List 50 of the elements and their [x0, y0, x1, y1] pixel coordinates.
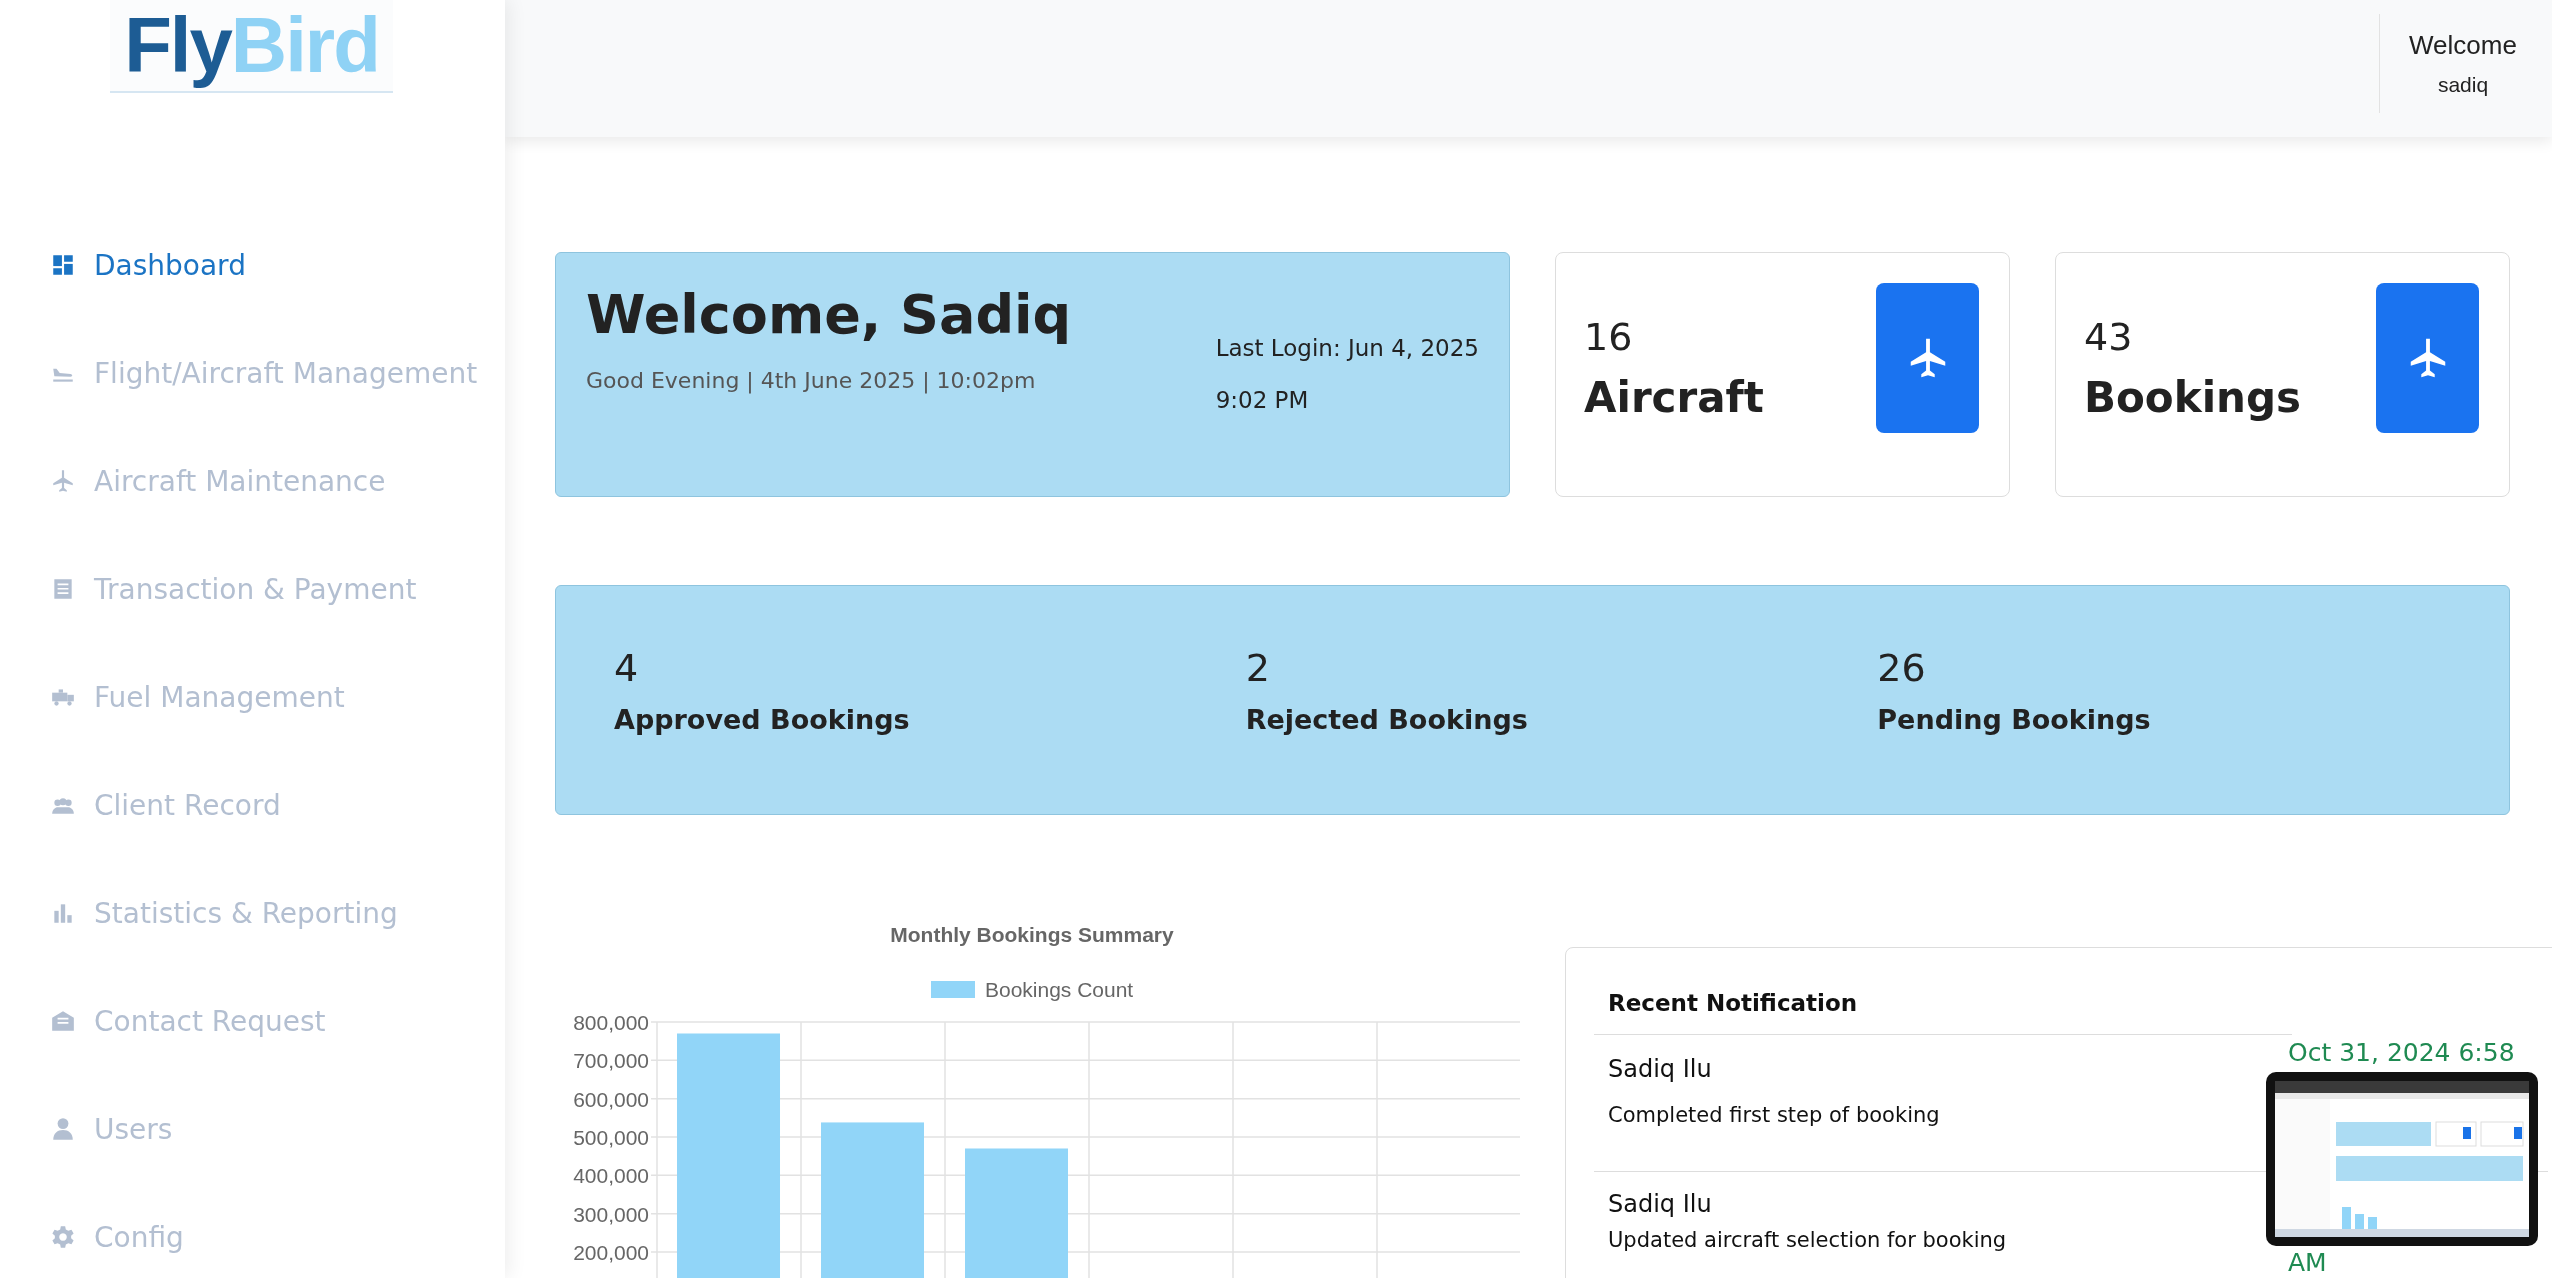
axis-tick-label: 400,000 [573, 1164, 649, 1188]
stat-label: Bookings [2084, 373, 2301, 422]
airplane-icon [2376, 283, 2479, 433]
notification-time: AM [2288, 1247, 2328, 1277]
sidebar-item[interactable]: Dashboard [50, 211, 505, 319]
axis-tick-label: 500,000 [573, 1126, 649, 1149]
legend-swatch [931, 981, 975, 998]
axis-tick-label: 700,000 [573, 1049, 649, 1073]
last-login-date: Last Login: Jun 4, 2025 [1215, 335, 1479, 361]
stat-value: 26 [1877, 646, 1927, 690]
stat-value: 16 [1584, 315, 1634, 359]
stat-label: Pending Bookings [1877, 704, 2152, 735]
stat-value: 43 [2084, 315, 2134, 359]
sidebar-item[interactable]: Fuel Management [50, 643, 505, 751]
notification-message: Updated aircraft selection for booking [1608, 1228, 2007, 1252]
stat-label: Rejected Bookings [1245, 704, 1529, 735]
settings-icon [50, 1224, 76, 1250]
notification-sender: Sadiq Ilu [1608, 1055, 1713, 1083]
dashboard-icon [50, 252, 76, 278]
stat-label: Aircraft [1584, 373, 1764, 422]
axis-tick-label: 200,000 [573, 1241, 649, 1264]
sidebar-item[interactable]: Statistics & Reporting [50, 859, 505, 967]
sidebar-item[interactable]: Flight/Aircraft Management [50, 319, 505, 427]
last-login-time: 9:02 PM [1215, 387, 1310, 413]
stat-value: 2 [1245, 646, 1271, 690]
axis-tick-label: 800,000 [573, 1011, 649, 1034]
greeting-text: Good Evening | 4th June 2025 | 10:02pm [586, 368, 1037, 393]
airplane-icon [50, 468, 76, 494]
stat-label: Approved Bookings [614, 704, 911, 735]
axis-tick-label: 600,000 [573, 1087, 649, 1111]
sidebar-item[interactable]: Transaction & Payment [50, 535, 505, 643]
legend-label: Bookings Count [985, 978, 1134, 1001]
sidebar-item[interactable]: Users [50, 1075, 505, 1183]
notification-sender: Sadiq Ilu [1608, 1190, 1713, 1218]
chart-title: Monthly Bookings Summary [890, 923, 1174, 946]
logo: FlyBird [110, 0, 393, 93]
airplane-icon [1876, 283, 1979, 433]
card-title: Recent Notification [1594, 990, 2292, 1035]
sidebar-item[interactable]: Client Record [50, 751, 505, 859]
sidebar-item[interactable]: Aircraft Maintenance [50, 427, 505, 535]
user-icon [50, 1116, 76, 1142]
axis-tick-label: 300,000 [573, 1202, 649, 1226]
notification-message: Completed first step of booking [1608, 1103, 1940, 1127]
sidebar-item[interactable]: Contact Request [50, 967, 505, 1075]
user-menu[interactable]: Welcome sadiq [2379, 14, 2522, 113]
screenshot-thumbnail-drawing[interactable] [2266, 1072, 2538, 1246]
stat-value: 4 [614, 646, 640, 690]
notification-time: Oct 31, 2024 6:58 [2288, 1037, 2516, 1067]
sidebar-item[interactable]: Config [50, 1183, 505, 1278]
welcome-title: Welcome, Sadiq [586, 283, 1072, 346]
